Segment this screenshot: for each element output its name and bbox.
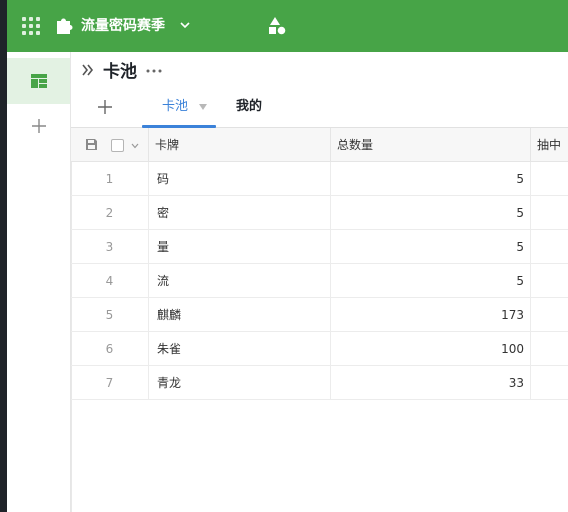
table-row[interactable]: 3 量 5 (71, 230, 568, 264)
drawn-cell[interactable] (531, 196, 568, 230)
row-number: 4 (71, 264, 149, 298)
apps-grid-icon[interactable] (22, 17, 40, 35)
table-row[interactable]: 6 朱雀 100 (71, 332, 568, 366)
card-cell[interactable]: 麒麟 (149, 298, 331, 332)
top-bar: 流量密码赛季 (7, 0, 568, 52)
tab-label: 卡池 (162, 99, 189, 114)
quantity-cell[interactable]: 5 (331, 230, 531, 264)
table-row[interactable]: 1 码 5 (71, 162, 568, 196)
drawn-cell[interactable] (531, 162, 568, 196)
drawn-cell[interactable] (531, 366, 568, 400)
table-header: 卡牌 总数量 抽中 (71, 128, 568, 162)
row-number: 3 (71, 230, 149, 264)
column-header-card[interactable]: 卡牌 (149, 128, 331, 162)
row-number: 7 (71, 366, 149, 400)
puzzle-icon (57, 18, 73, 34)
card-cell[interactable]: 流 (149, 264, 331, 298)
table-row[interactable]: 4 流 5 (71, 264, 568, 298)
app-title[interactable]: 流量密码赛季 (81, 16, 165, 36)
page-title: 卡池 (103, 62, 137, 82)
more-icon[interactable] (145, 64, 163, 78)
select-all-checkbox[interactable] (111, 139, 124, 152)
card-cell[interactable]: 青龙 (149, 366, 331, 400)
drawn-cell[interactable] (531, 332, 568, 366)
quantity-cell[interactable]: 173 (331, 298, 531, 332)
add-tab-icon[interactable] (97, 99, 113, 115)
tab-mine[interactable]: 我的 (236, 98, 276, 128)
card-cell[interactable]: 朱雀 (149, 332, 331, 366)
row-number: 2 (71, 196, 149, 230)
drawn-cell[interactable] (531, 264, 568, 298)
sidebar (7, 52, 71, 512)
double-chevron-right-icon[interactable] (81, 63, 95, 77)
row-number: 1 (71, 162, 149, 196)
quantity-cell[interactable]: 33 (331, 366, 531, 400)
table-row[interactable]: 2 密 5 (71, 196, 568, 230)
app-window: 流量密码赛季 卡池 卡池 我的 卡牌 总数量 抽中 1 码 5 2 密 5 3 … (7, 0, 568, 512)
tab-card-pool[interactable]: 卡池 (142, 98, 216, 128)
row-number: 5 (71, 298, 149, 332)
row-number: 6 (71, 332, 149, 366)
card-cell[interactable]: 量 (149, 230, 331, 264)
chevron-down-icon[interactable] (131, 143, 139, 149)
sidebar-item-board[interactable] (7, 58, 70, 104)
caret-down-icon[interactable] (198, 103, 208, 111)
shapes-icon[interactable] (267, 16, 287, 36)
drawn-cell[interactable] (531, 298, 568, 332)
quantity-cell[interactable]: 5 (331, 264, 531, 298)
card-cell[interactable]: 码 (149, 162, 331, 196)
board-icon (30, 74, 47, 88)
quantity-cell[interactable]: 5 (331, 196, 531, 230)
header-controls (71, 128, 149, 162)
column-header-quantity[interactable]: 总数量 (331, 128, 531, 162)
data-table: 卡牌 总数量 抽中 1 码 5 2 密 5 3 量 5 4 流 5 5 麒麟 1… (71, 128, 568, 512)
table-row[interactable]: 5 麒麟 173 (71, 298, 568, 332)
chevron-down-icon[interactable] (179, 19, 191, 31)
view-header: 卡池 卡池 我的 (71, 52, 568, 128)
column-header-drawn[interactable]: 抽中 (531, 128, 568, 162)
plus-icon[interactable] (29, 116, 49, 136)
save-icon[interactable] (85, 138, 98, 151)
quantity-cell[interactable]: 100 (331, 332, 531, 366)
drawn-cell[interactable] (531, 230, 568, 264)
quantity-cell[interactable]: 5 (331, 162, 531, 196)
card-cell[interactable]: 密 (149, 196, 331, 230)
table-row[interactable]: 7 青龙 33 (71, 366, 568, 400)
